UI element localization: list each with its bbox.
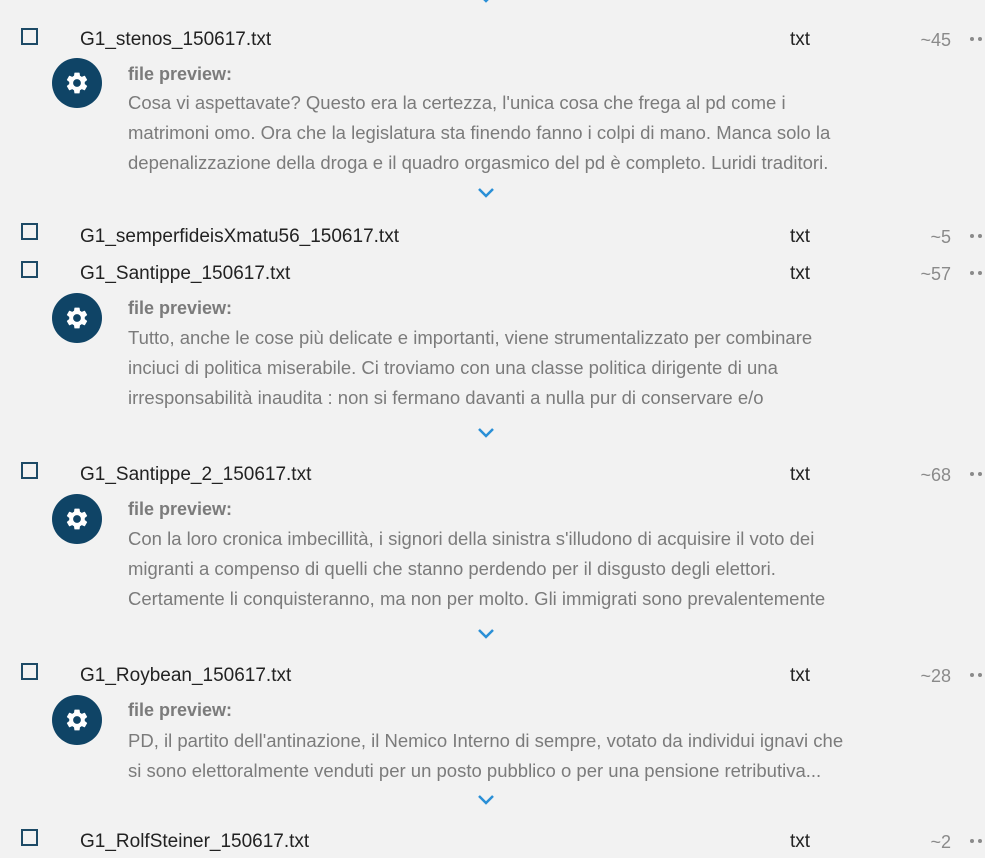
chevron-down-icon[interactable] <box>476 427 496 439</box>
file-name[interactable]: G1_Santippe_2_150617.txt <box>80 464 311 486</box>
file-select-checkbox[interactable] <box>21 829 38 846</box>
file-type: txt <box>790 665 811 686</box>
more-dots-icon[interactable] <box>968 34 985 44</box>
preview-label: file preview: <box>128 64 233 84</box>
file-select-checkbox[interactable] <box>21 462 38 479</box>
file-name[interactable]: G1_RolfSteiner_150617.txt <box>80 831 309 853</box>
preview-line: migranti a compenso di quelli che stanno… <box>128 558 776 579</box>
file-name[interactable]: G1_semperfideisXmatu56_150617.txt <box>80 226 399 248</box>
preview-line: irresponsabilità inaudita : non si ferma… <box>128 387 764 408</box>
file-size: ~68 <box>920 465 951 485</box>
file-size: ~57 <box>920 264 951 284</box>
file-name[interactable]: G1_stenos_150617.txt <box>80 29 271 51</box>
chevron-down-icon[interactable] <box>476 187 496 199</box>
chevron-down-icon[interactable] <box>476 628 496 640</box>
file-name[interactable]: G1_Santippe_150617.txt <box>80 263 290 285</box>
preview-line: Certamente li conquisteranno, ma non per… <box>128 588 826 609</box>
file-select-checkbox[interactable] <box>21 28 38 45</box>
gear-icon[interactable] <box>52 58 102 108</box>
preview-line: Cosa vi aspettavate? Questo era la certe… <box>128 92 786 113</box>
preview-line: PD, il partito dell'antinazione, il Nemi… <box>128 730 844 751</box>
file-type: txt <box>790 263 811 284</box>
preview-label: file preview: <box>128 700 233 720</box>
file-size: ~28 <box>920 666 951 686</box>
file-size: ~45 <box>920 30 951 50</box>
preview-line: Con la loro cronica imbecillità, i signo… <box>128 528 815 549</box>
more-dots-icon[interactable] <box>968 670 985 680</box>
more-dots-icon[interactable] <box>968 836 985 846</box>
file-name[interactable]: G1_Roybean_150617.txt <box>80 665 291 687</box>
file-select-checkbox[interactable] <box>21 663 38 680</box>
gear-icon[interactable] <box>52 494 102 544</box>
preview-label: file preview: <box>128 499 233 519</box>
file-type: txt <box>790 29 811 50</box>
preview-line: depenalizzazione della droga e il quadro… <box>128 152 829 173</box>
preview-label: file preview: <box>128 298 233 318</box>
more-dots-icon[interactable] <box>968 268 985 278</box>
gear-icon[interactable] <box>52 695 102 745</box>
preview-line: matrimoni omo. Ora che la legislatura st… <box>128 122 831 143</box>
preview-line: si sono elettoralmente venduti per un po… <box>128 760 822 781</box>
preview-line: inciuci di politica miserabile. Ci trovi… <box>128 357 778 378</box>
file-type: txt <box>790 831 811 852</box>
preview-line: Tutto, anche le cose più delicate e impo… <box>128 327 813 348</box>
chevron-down-icon[interactable] <box>476 0 496 4</box>
gear-icon[interactable] <box>52 293 102 343</box>
more-dots-icon[interactable] <box>968 469 985 479</box>
file-select-checkbox[interactable] <box>21 223 38 240</box>
file-type: txt <box>790 464 811 485</box>
chevron-down-icon[interactable] <box>476 794 496 806</box>
file-size: ~5 <box>930 227 951 247</box>
file-size: ~2 <box>930 832 951 852</box>
file-select-checkbox[interactable] <box>21 261 38 278</box>
file-type: txt <box>790 226 811 247</box>
more-dots-icon[interactable] <box>968 231 985 241</box>
